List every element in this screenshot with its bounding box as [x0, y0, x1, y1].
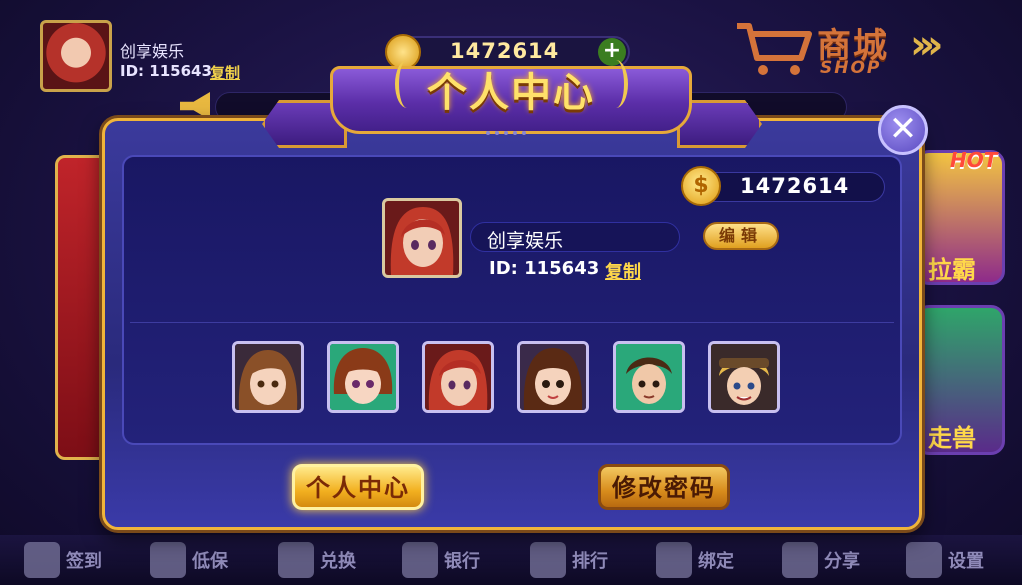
menu-item-label: 分享 — [824, 551, 860, 572]
avatar-option-1[interactable] — [232, 341, 304, 413]
menu-item-exchange[interactable]: 兑换 — [278, 540, 356, 580]
copy-id-link[interactable]: 复制 — [605, 258, 641, 284]
coin-balance: 1472614 — [740, 174, 850, 198]
profile-center-button[interactable]: 个人中心 — [292, 464, 424, 510]
top-player-id: ID: 115643 — [120, 62, 212, 80]
menu-item-checkin[interactable]: 签到 — [24, 540, 102, 580]
menu-item-label: 排行 — [572, 551, 608, 572]
avatar-option-6[interactable] — [708, 341, 780, 413]
shop-button[interactable]: 商城 SHOP — [735, 10, 915, 80]
shop-subtitle: SHOP — [820, 58, 882, 78]
game-lobby: 创享娱乐 ID: 115643 复制 1472614 + 商城 SHOP ›››… — [0, 0, 1022, 585]
lock-icon — [656, 542, 692, 578]
gift-icon — [278, 542, 314, 578]
menu-item-ranking[interactable]: 排行 — [530, 540, 608, 580]
gamepad-icon — [150, 542, 186, 578]
player-name: 创享娱乐 — [487, 230, 564, 252]
expand-arrows-icon[interactable]: ››› — [910, 22, 944, 68]
close-button[interactable]: ✕ — [878, 105, 928, 155]
panel-divider — [130, 322, 894, 323]
coin-icon: $ — [681, 166, 721, 206]
menu-item-label: 签到 — [66, 551, 102, 572]
menu-item-label: 银行 — [444, 551, 480, 572]
dialog-title: 个人中心 — [427, 70, 595, 116]
top-player-name: 创享娱乐 — [120, 42, 185, 61]
menu-item-relief[interactable]: 低保 — [150, 540, 228, 580]
menu-item-label: 设置 — [948, 551, 984, 572]
gear-icon — [906, 542, 942, 578]
game-card-animals-label: 走兽 — [928, 424, 976, 452]
avatar-option-3[interactable] — [422, 341, 494, 413]
ranking-icon — [530, 542, 566, 578]
calendar-check-icon — [24, 542, 60, 578]
chat-bubble-icon — [782, 542, 818, 578]
menu-item-label: 绑定 — [698, 551, 734, 572]
hot-badge: HOT — [950, 148, 998, 172]
page-dots — [486, 131, 526, 135]
menu-item-label: 低保 — [192, 551, 228, 572]
top-avatar[interactable] — [40, 20, 112, 92]
announcement-horn-icon — [180, 92, 210, 120]
change-password-button[interactable]: 修改密码 — [598, 464, 730, 510]
avatar-option-2[interactable] — [327, 341, 399, 413]
menu-item-share[interactable]: 分享 — [782, 540, 860, 580]
top-copy-link[interactable]: 复制 — [210, 62, 240, 83]
shopping-cart-icon — [737, 23, 812, 75]
current-avatar — [382, 198, 462, 278]
menu-item-label: 兑换 — [320, 551, 356, 572]
avatar-option-5[interactable] — [613, 341, 685, 413]
menu-item-bank[interactable]: 银行 — [402, 540, 480, 580]
bank-icon — [402, 542, 438, 578]
game-card-slots-label: 拉霸 — [928, 256, 976, 284]
avatar-option-4[interactable] — [517, 341, 589, 413]
edit-button[interactable]: 编辑 — [703, 222, 779, 250]
player-id: ID: 115643 — [489, 258, 600, 279]
menu-item-bind[interactable]: 绑定 — [656, 540, 734, 580]
menu-item-settings[interactable]: 设置 — [906, 540, 984, 580]
